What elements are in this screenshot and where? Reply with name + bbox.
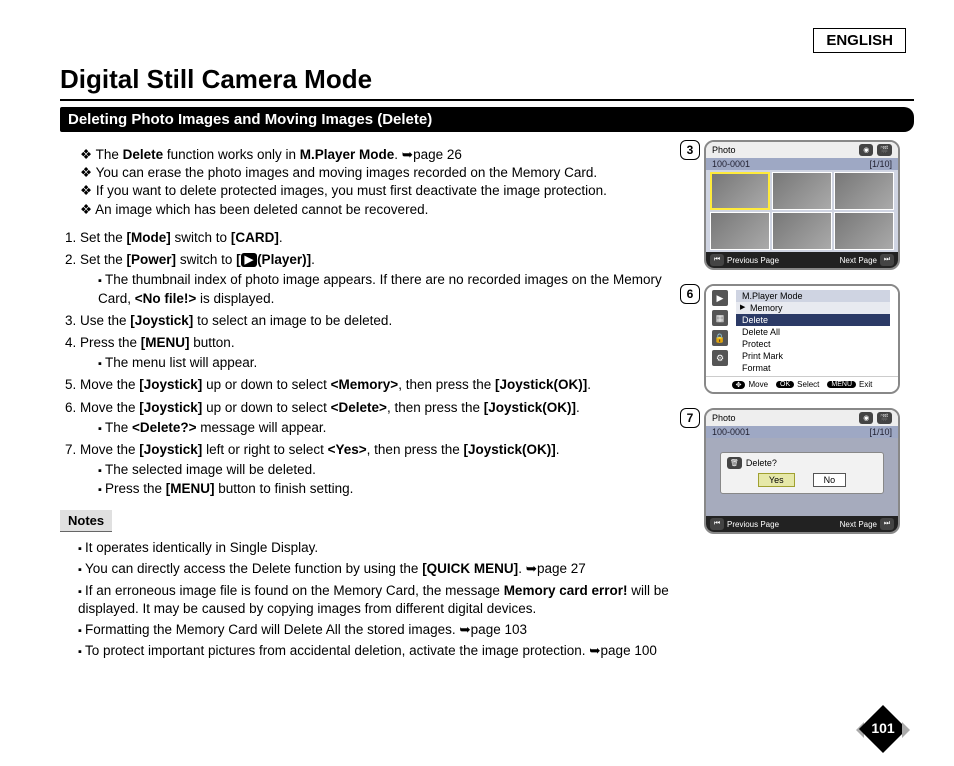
delete-dialog: 🗑Delete? Yes No: [720, 452, 884, 494]
step-badge-6: 6: [680, 284, 700, 304]
image-counter: [1/10]: [869, 159, 892, 169]
movie-icon: 🎬: [877, 412, 892, 424]
screen-mode-label: Photo: [712, 145, 736, 155]
page-title: Digital Still Camera Mode: [60, 64, 914, 95]
menu-mode-label: M.Player Mode: [736, 290, 890, 302]
language-indicator: ENGLISH: [813, 28, 906, 53]
dialog-no-button: No: [813, 473, 847, 487]
memory-icon: ▦: [712, 310, 728, 326]
lcd-screen-thumbnails: Photo ◉ 🎬 100-0001 [1/10]: [704, 140, 900, 270]
step-1: Set the [Mode] switch to [CARD].: [80, 229, 688, 247]
screen-mode-label: Photo: [712, 413, 736, 423]
section-heading: Deleting Photo Images and Moving Images …: [60, 107, 914, 132]
thumbnail: [834, 212, 894, 250]
menu-category: Memory: [736, 302, 890, 314]
menu-item-delete-all: Delete All: [736, 326, 890, 338]
step-3: Use the [Joystick] to select an image to…: [80, 312, 688, 330]
prev-icon: ⏮: [710, 254, 724, 266]
image-counter: [1/10]: [869, 427, 892, 437]
ok-icon: OK: [776, 381, 794, 388]
gear-icon: ⚙: [712, 350, 728, 366]
step-2: Set the [Power] switch to [▶(Player)]. T…: [80, 251, 688, 308]
trash-icon: 🗑: [727, 457, 742, 469]
intro-bullets: The Delete function works only in M.Play…: [60, 146, 688, 219]
thumbnail: [772, 212, 832, 250]
prev-icon: ⏮: [710, 518, 724, 530]
page-number-badge: 101: [860, 714, 906, 744]
step-5: Move the [Joystick] up or down to select…: [80, 376, 688, 394]
lock-icon: 🔒: [712, 330, 728, 346]
joystick-icon: ✥: [732, 381, 746, 389]
lcd-screen-menu: ▶ ▦ 🔒 ⚙ M.Player Mode Memory Delete Dele…: [704, 284, 900, 394]
menu-item-protect: Protect: [736, 338, 890, 350]
step-list: Set the [Mode] switch to [CARD]. Set the…: [60, 229, 688, 498]
next-icon: ⏭: [880, 254, 894, 266]
step-7: Move the [Joystick] left or right to sel…: [80, 441, 688, 498]
movie-icon: 🎬: [877, 144, 892, 156]
menu-icon: MENU: [827, 381, 856, 388]
menu-item-format: Format: [736, 362, 890, 374]
thumbnail: [834, 172, 894, 210]
step-4: Press the [MENU] button. The menu list w…: [80, 334, 688, 372]
step-badge-3: 3: [680, 140, 700, 160]
camera-icon: ◉: [859, 412, 873, 424]
illustration-column: 3 Photo ◉ 🎬 100-0001 [1/10]: [704, 140, 914, 664]
next-icon: ⏭: [880, 518, 894, 530]
thumbnail: [710, 212, 770, 250]
menu-item-print-mark: Print Mark: [736, 350, 890, 362]
lcd-screen-dialog: Photo ◉ 🎬 100-0001 [1/10] 🗑Delete? Yes: [704, 408, 900, 534]
thumbnail: [772, 172, 832, 210]
thumbnail: [710, 172, 770, 210]
step-badge-7: 7: [680, 408, 700, 428]
dialog-yes-button: Yes: [758, 473, 795, 487]
step-6: Move the [Joystick] up or down to select…: [80, 399, 688, 437]
play-icon: ▶: [712, 290, 728, 306]
menu-item-delete: Delete: [736, 314, 890, 326]
notes-list: It operates identically in Single Displa…: [60, 539, 688, 660]
main-text-column: The Delete function works only in M.Play…: [60, 140, 688, 664]
file-number: 100-0001: [712, 427, 750, 437]
file-number: 100-0001: [712, 159, 750, 169]
notes-heading: Notes: [60, 510, 112, 533]
title-divider: [60, 99, 914, 101]
camera-icon: ◉: [859, 144, 873, 156]
player-icon: ▶: [241, 253, 257, 267]
